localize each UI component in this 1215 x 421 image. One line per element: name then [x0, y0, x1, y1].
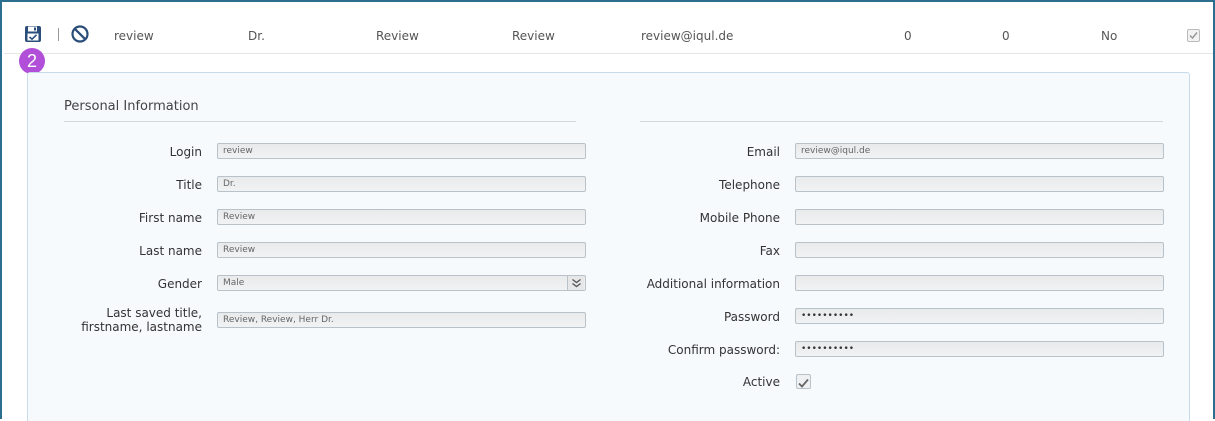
first-name-field[interactable]: Review [217, 209, 586, 225]
personal-information-panel: Personal Information Login review Title … [27, 72, 1190, 421]
telephone-label: Telephone [719, 178, 780, 192]
mobile-phone-field[interactable] [795, 209, 1164, 225]
login-label: Login [169, 145, 202, 159]
gender-select-value: Male [223, 278, 245, 288]
email-label: Email [746, 145, 780, 159]
double-chevron-down-icon[interactable] [567, 276, 584, 290]
last-saved-label: Last saved title, firstname, lastname [81, 306, 202, 334]
save-icon[interactable] [24, 25, 42, 43]
last-saved-label-line1: Last saved title, [106, 306, 202, 320]
user-editor-frame: review Dr. Review Review review@iqul.de … [0, 0, 1215, 421]
checkmark-icon [1189, 32, 1198, 40]
fax-field[interactable] [795, 242, 1164, 258]
row-flag: No [1101, 29, 1118, 43]
gender-label: Gender [157, 277, 202, 291]
row-last-name: Review [512, 29, 555, 43]
row-count-b: 0 [1002, 29, 1010, 43]
fax-label: Fax [759, 244, 780, 258]
section-divider [640, 121, 1163, 122]
last-name-field[interactable]: Review [217, 242, 586, 258]
gender-select[interactable]: Male [217, 275, 586, 291]
row-login: review [114, 29, 154, 43]
title-field[interactable]: Dr. [217, 176, 586, 192]
row-count-a: 0 [904, 29, 912, 43]
cancel-icon[interactable] [70, 24, 90, 44]
mobile-phone-label: Mobile Phone [699, 211, 780, 225]
active-label: Active [742, 375, 780, 389]
row-email: review@iqul.de [641, 29, 734, 43]
password-label: Password [723, 310, 780, 324]
first-name-label: First name [138, 211, 202, 225]
title-label: Title [176, 178, 202, 192]
additional-information-field[interactable] [795, 275, 1164, 291]
email-field[interactable]: review@iqul.de [795, 143, 1164, 159]
row-first-name: Review [376, 29, 419, 43]
checkmark-icon [798, 378, 809, 388]
active-checkbox[interactable] [796, 374, 811, 389]
password-field[interactable]: •••••••••• [795, 308, 1164, 324]
confirm-password-field[interactable]: •••••••••• [795, 341, 1164, 357]
row-title: Dr. [248, 29, 265, 43]
step-badge: 2 [19, 48, 45, 74]
toolbar-separator [58, 28, 59, 41]
section-title: Personal Information [64, 99, 199, 114]
additional-information-label: Additional information [646, 277, 780, 291]
table-row[interactable]: review Dr. Review Review review@iqul.de … [4, 4, 1213, 54]
section-divider [64, 121, 576, 122]
last-name-label: Last name [139, 244, 202, 258]
last-saved-field: Review, Review, Herr Dr. [217, 312, 586, 328]
telephone-field[interactable] [795, 176, 1164, 192]
login-field[interactable]: review [217, 143, 586, 159]
last-saved-label-line2: firstname, lastname [81, 320, 202, 334]
row-checkbox[interactable] [1187, 29, 1200, 42]
confirm-password-label: Confirm password: [667, 343, 780, 357]
